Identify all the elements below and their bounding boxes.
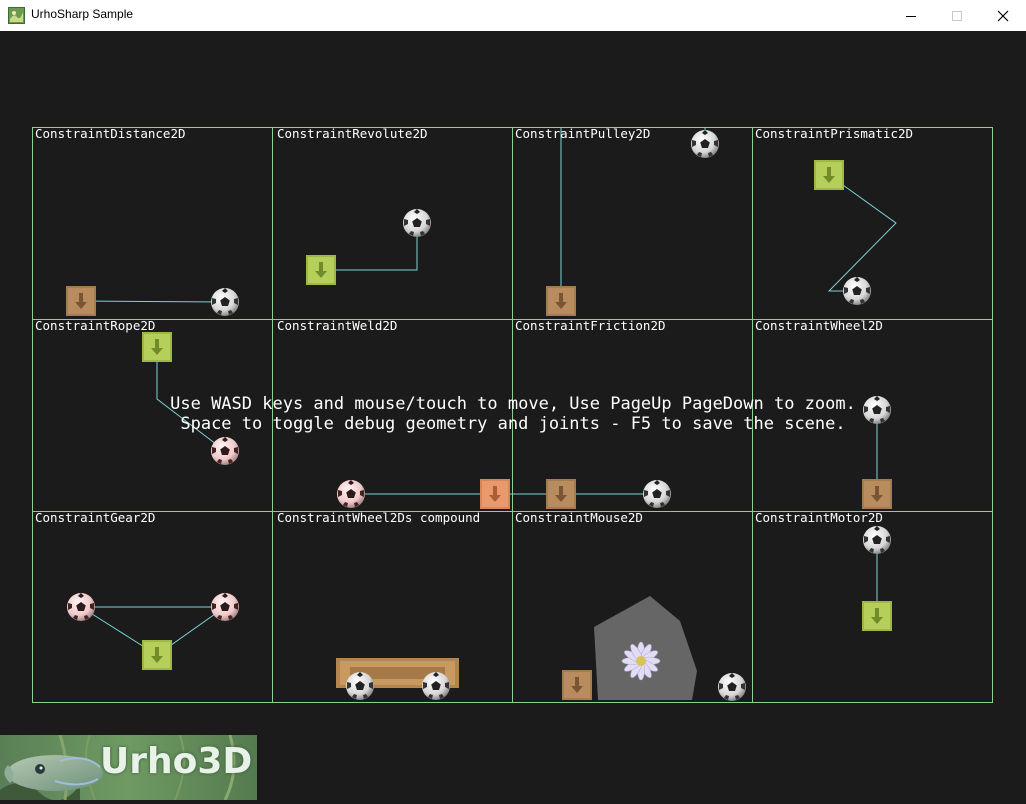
maximize-button[interactable] bbox=[934, 0, 980, 31]
minimize-button[interactable] bbox=[888, 0, 934, 31]
cell-label-wheels-compound: ConstraintWheel2Ds compound bbox=[277, 510, 481, 525]
help-line-1: Use WASD keys and mouse/touch to move, U… bbox=[170, 394, 856, 414]
window-title: UrhoSharp Sample bbox=[31, 7, 134, 21]
logo-text: Urho3D bbox=[100, 741, 253, 782]
cell-label-mouse: ConstraintMouse2D bbox=[515, 510, 643, 525]
app-window: UrhoSharp Sample ConstraintDistance2D Co… bbox=[0, 0, 1026, 801]
urho3d-logo: Urho3D bbox=[0, 734, 257, 801]
cell-label-motor: ConstraintMotor2D bbox=[755, 510, 883, 525]
cell-label-prismatic: ConstraintPrismatic2D bbox=[755, 126, 914, 141]
cell-label-distance: ConstraintDistance2D bbox=[35, 126, 186, 141]
help-text: Use WASD keys and mouse/touch to move, U… bbox=[0, 394, 1026, 434]
render-viewport[interactable]: ConstraintDistance2D ConstraintRevolute2… bbox=[0, 31, 1026, 801]
close-icon bbox=[997, 10, 1009, 21]
app-icon bbox=[8, 7, 25, 24]
cell-label-wheel: ConstraintWheel2D bbox=[755, 318, 883, 333]
cell-label-weld: ConstraintWeld2D bbox=[277, 318, 398, 333]
cell-label-revolute: ConstraintRevolute2D bbox=[277, 126, 428, 141]
help-line-2: Space to toggle debug geometry and joint… bbox=[180, 414, 846, 434]
cell-label-rope: ConstraintRope2D bbox=[35, 318, 156, 333]
maximize-icon bbox=[952, 10, 962, 21]
close-button[interactable] bbox=[980, 0, 1026, 31]
cell-label-friction: ConstraintFriction2D bbox=[515, 318, 666, 333]
minimize-icon bbox=[906, 15, 916, 17]
cell-label-gear: ConstraintGear2D bbox=[35, 510, 156, 525]
cell-label-pulley: ConstraintPulley2D bbox=[515, 126, 651, 141]
title-bar[interactable]: UrhoSharp Sample bbox=[0, 0, 1026, 31]
